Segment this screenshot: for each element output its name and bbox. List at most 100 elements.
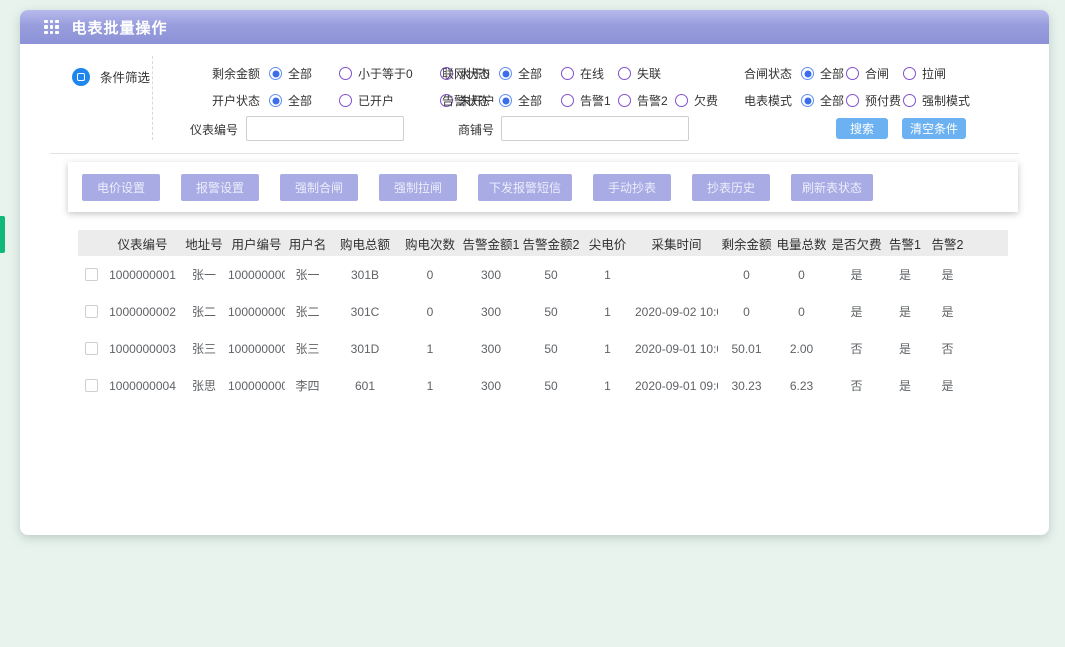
radio-option[interactable]: 全部 (499, 65, 561, 82)
radio-icon[interactable] (903, 94, 916, 107)
table-cell: 1000000002 (228, 305, 285, 319)
table-cell: 李四 (285, 377, 330, 394)
radio-option[interactable]: 强制模式 (903, 92, 985, 109)
toolbar-button[interactable]: 强制拉闸 (379, 174, 457, 201)
table-cell: 0 (718, 268, 775, 282)
radio-option[interactable]: 小于等于0 (339, 65, 440, 82)
radio-option[interactable]: 已开户 (339, 92, 440, 109)
table-cell: 张二 (285, 303, 330, 320)
action-toolbar: 电价设置报警设置强制合闸强制拉闸下发报警短信手动抄表抄表历史刷新表状态 (68, 162, 1018, 212)
table-cell: 是 (925, 266, 970, 283)
toolbar-button[interactable]: 刷新表状态 (791, 174, 873, 201)
radio-selected-icon[interactable] (801, 94, 814, 107)
radio-option[interactable]: 告警2 (618, 92, 675, 109)
radio-option[interactable]: 预付费 (846, 92, 903, 109)
checkbox-cell (78, 342, 105, 355)
table-cell: 50 (522, 342, 580, 356)
table-row: 1000000004张思1000000004李四60113005012020-0… (78, 367, 1008, 404)
table-cell: 1000000003 (105, 342, 180, 356)
radio-icon[interactable] (675, 94, 688, 107)
radio-selected-icon[interactable] (269, 67, 282, 80)
row-checkbox[interactable] (85, 305, 98, 318)
row-checkbox[interactable] (85, 379, 98, 392)
table-header-cell: 尖电价 (580, 234, 635, 253)
row-checkbox[interactable] (85, 268, 98, 281)
radio-icon[interactable] (339, 94, 352, 107)
shop-number-input[interactable] (501, 116, 689, 141)
table-header-cell: 地址号 (180, 234, 228, 253)
radio-icon[interactable] (561, 67, 574, 80)
radio-icon[interactable] (846, 94, 859, 107)
table-cell: 张三 (285, 340, 330, 357)
radio-option[interactable]: 全部 (801, 65, 846, 82)
radio-option-label: 告警2 (637, 92, 668, 109)
filter-group-label: 合闸状态 (742, 65, 792, 82)
radio-option[interactable]: 全部 (269, 92, 339, 109)
grid-menu-icon[interactable] (44, 20, 59, 35)
search-button[interactable]: 搜索 (836, 118, 888, 139)
filter-group-label: 告警状态 (440, 92, 490, 109)
filter-group-label: 剩余金额 (210, 65, 260, 82)
shop-number-label: 商铺号 (452, 121, 494, 138)
radio-option[interactable]: 全部 (499, 92, 561, 109)
row-checkbox[interactable] (85, 342, 98, 355)
meter-number-input[interactable] (246, 116, 404, 141)
radio-option-label: 已开户 (358, 92, 394, 109)
table-header-cell: 购电次数 (400, 234, 460, 253)
table-cell: 1 (580, 379, 635, 393)
table-cell: 1 (400, 342, 460, 356)
main-panel: 电表批量操作 条件筛选 剩余金额全部小于等于0大于0开户状态全部已开户未开户联网… (20, 10, 1049, 535)
table-header-cell: 仪表编号 (105, 234, 180, 253)
radio-selected-icon[interactable] (499, 67, 512, 80)
table-cell: 601 (330, 379, 400, 393)
radio-option-label: 全部 (288, 65, 312, 82)
radio-icon[interactable] (903, 67, 916, 80)
toolbar-button[interactable]: 下发报警短信 (478, 174, 572, 201)
table-cell: 1000000001 (228, 268, 285, 282)
table-cell: 50 (522, 379, 580, 393)
radio-option[interactable]: 失联 (618, 65, 675, 82)
toolbar-button[interactable]: 强制合闸 (280, 174, 358, 201)
radio-option[interactable]: 合闸 (846, 65, 903, 82)
meter-table: 仪表编号地址号用户编号用户名购电总额购电次数告警金额1告警金额2尖电价采集时间剩… (78, 230, 1008, 404)
table-header-cell: 告警2 (925, 234, 970, 253)
table-cell: 是 (885, 266, 925, 283)
radio-option[interactable]: 全部 (801, 92, 846, 109)
table-cell: 0 (775, 268, 828, 282)
table-cell: 301B (330, 268, 400, 282)
radio-selected-icon[interactable] (499, 94, 512, 107)
radio-icon[interactable] (339, 67, 352, 80)
table-cell: 1 (580, 268, 635, 282)
radio-option-label: 全部 (518, 92, 542, 109)
toolbar-button[interactable]: 电价设置 (82, 174, 160, 201)
table-cell: 300 (460, 305, 522, 319)
toolbar-button[interactable]: 手动抄表 (593, 174, 671, 201)
table-cell: 301D (330, 342, 400, 356)
radio-option[interactable]: 欠费 (675, 92, 733, 109)
table-header-cell: 告警1 (885, 234, 925, 253)
radio-option[interactable]: 全部 (269, 65, 339, 82)
page-background: { "header": { "title": "电表批量操作" }, "filt… (0, 0, 1065, 647)
radio-option[interactable]: 拉闸 (903, 65, 985, 82)
table-header-cell: 是否欠费 (828, 234, 885, 253)
table-cell: 是 (828, 303, 885, 320)
toolbar-button[interactable]: 报警设置 (181, 174, 259, 201)
clear-conditions-button[interactable]: 清空条件 (902, 118, 966, 139)
toolbar-button[interactable]: 抄表历史 (692, 174, 770, 201)
page-title: 电表批量操作 (72, 17, 168, 38)
table-cell: 0 (400, 305, 460, 319)
radio-option-label: 强制模式 (922, 92, 970, 109)
radio-option-label: 小于等于0 (358, 65, 413, 82)
radio-icon[interactable] (561, 94, 574, 107)
radio-icon[interactable] (618, 67, 631, 80)
radio-option[interactable]: 告警1 (561, 92, 618, 109)
radio-option[interactable]: 在线 (561, 65, 618, 82)
radio-selected-icon[interactable] (269, 94, 282, 107)
radio-selected-icon[interactable] (801, 67, 814, 80)
radio-option-label: 全部 (820, 65, 844, 82)
table-cell: 是 (885, 377, 925, 394)
radio-icon[interactable] (846, 67, 859, 80)
radio-icon[interactable] (618, 94, 631, 107)
table-cell: 300 (460, 342, 522, 356)
checkbox-cell (78, 379, 105, 392)
